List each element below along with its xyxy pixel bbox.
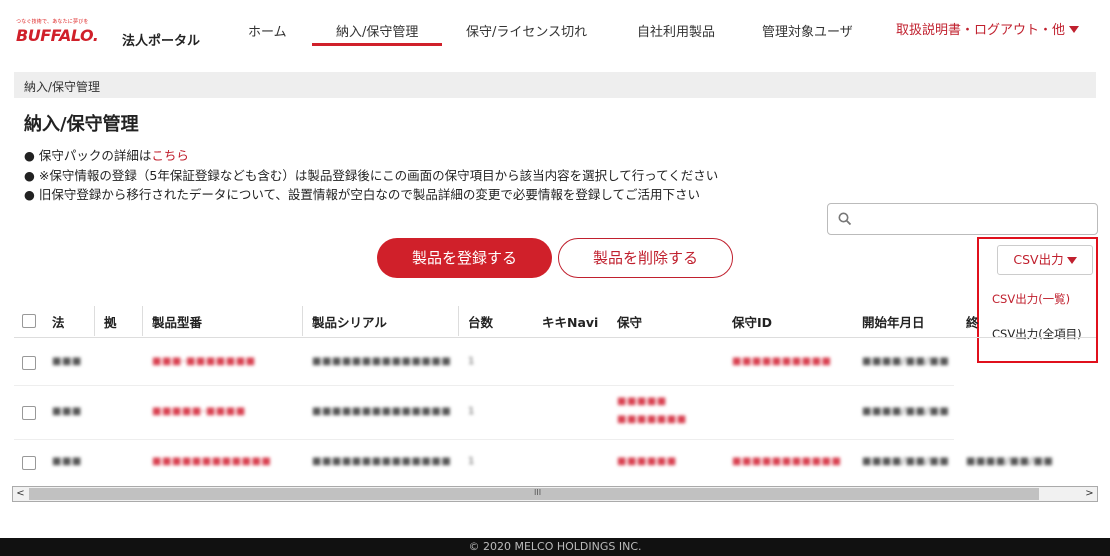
- csv-export-button[interactable]: CSV出力: [997, 245, 1093, 275]
- horizontal-scrollbar[interactable]: < III >: [12, 486, 1098, 502]
- logo-tagline: つなぐ技術で、あなたに夢びを: [16, 19, 89, 25]
- row-checkbox[interactable]: [22, 456, 36, 470]
- footer-copyright: © 2020 MELCO HOLDINGS INC.: [0, 538, 1110, 556]
- caret-down-icon: [1069, 26, 1080, 33]
- nav-delivery-maintenance[interactable]: 納入/保守管理: [311, 21, 443, 46]
- caret-down-icon: [1066, 257, 1077, 264]
- quantity-cell: 1: [468, 456, 475, 467]
- nav-home[interactable]: ホーム: [248, 21, 287, 40]
- search-icon: [838, 212, 852, 226]
- row-checkbox[interactable]: [22, 356, 36, 370]
- start-date-cell: ■■■■/■■/■■: [862, 456, 950, 467]
- serial-cell: ■■■■■■■■■■■■■■: [312, 356, 452, 367]
- note-text: ※保守情報の登録（5年保証登録なども含む）は製品登録後にこの画面の保守項目から該…: [38, 167, 719, 183]
- user-menu-label: 取扱説明書・ログアウト・他: [896, 23, 1066, 38]
- portal-name: 法人ポータル: [122, 34, 201, 49]
- breadcrumb: 納入/保守管理: [14, 72, 1096, 98]
- column-header[interactable]: 拠: [104, 312, 117, 331]
- select-all-checkbox[interactable]: [22, 314, 36, 328]
- column-header[interactable]: 製品型番: [152, 312, 202, 331]
- csv-export-label: CSV出力: [1013, 252, 1064, 267]
- quantity-cell: 1: [468, 356, 475, 367]
- user-menu[interactable]: 取扱説明書・ログアウト・他: [896, 19, 1080, 38]
- maintenance-cell[interactable]: ■■■■■■: [617, 456, 677, 467]
- column-header[interactable]: 保守: [617, 312, 642, 331]
- search-input[interactable]: [858, 208, 1088, 230]
- table-cell: ■■■: [52, 406, 82, 417]
- nav-maintenance-license-expired[interactable]: 保守/ライセンス切れ: [466, 21, 587, 40]
- column-header[interactable]: 終: [966, 312, 979, 331]
- notes-list: ● 保守パックの詳細はこちら ● ※保守情報の登録（5年保証登録なども含む）は製…: [24, 146, 718, 205]
- column-divider[interactable]: [142, 306, 143, 336]
- quantity-cell: 1: [468, 406, 475, 417]
- column-header[interactable]: 台数: [468, 312, 493, 331]
- delete-product-button[interactable]: 製品を削除する: [558, 238, 733, 278]
- scroll-left-icon[interactable]: <: [13, 487, 28, 501]
- column-divider[interactable]: [302, 306, 303, 336]
- column-header[interactable]: 法: [52, 312, 65, 331]
- note-item: ● 保守パックの詳細はこちら: [24, 148, 189, 163]
- table-row[interactable]: ■■■ ■■■■■-■■■■ ■■■■■■■■■■■■■■ 1 ■■■■■ ■■…: [14, 386, 954, 440]
- column-divider[interactable]: [94, 306, 95, 336]
- scrollbar-thumb[interactable]: III: [29, 488, 1039, 500]
- maintenance-cell[interactable]: ■■■■■: [617, 396, 667, 407]
- end-date-cell: ■■■■/■■/■■: [966, 456, 1054, 467]
- column-header[interactable]: 保守ID: [732, 312, 772, 331]
- column-header[interactable]: 製品シリアル: [312, 312, 387, 331]
- row-checkbox[interactable]: [22, 406, 36, 420]
- note-item: ● 旧保守登録から移行されたデータについて、設置情報が空白なので製品詳細の変更で…: [24, 187, 701, 202]
- column-header[interactable]: 開始年月日: [862, 312, 925, 331]
- csv-dropdown: CSV出力 CSV出力(一覧) CSV出力(全項目): [977, 237, 1098, 363]
- model-cell[interactable]: ■■■■■■■■■■■■: [152, 456, 271, 467]
- model-cell[interactable]: ■■■■■-■■■■: [152, 406, 246, 417]
- table-row[interactable]: ■■■ ■■■■■■■■■■■■ ■■■■■■■■■■■■■■ 1 ■■■■■■…: [14, 440, 1053, 488]
- details-link[interactable]: こちら: [151, 148, 189, 163]
- column-header[interactable]: キキNavi: [542, 312, 598, 331]
- note-item: ● ※保守情報の登録（5年保証登録なども含む）は製品登録後にこの画面の保守項目か…: [24, 167, 719, 183]
- note-text: 旧保守登録から移行されたデータについて、設置情報が空白なので製品詳細の変更で必要…: [38, 187, 701, 202]
- column-divider[interactable]: [458, 306, 459, 336]
- table-cell: ■■■: [52, 356, 82, 367]
- start-date-cell: ■■■■/■■/■■: [862, 356, 950, 367]
- register-product-button[interactable]: 製品を登録する: [377, 238, 552, 278]
- maintenance-id-cell[interactable]: ■■■■■■■■■■■: [732, 456, 841, 467]
- nav-managed-users[interactable]: 管理対象ユーザ: [762, 21, 853, 40]
- nav-in-house-products[interactable]: 自社利用製品: [637, 21, 715, 40]
- start-date-cell: ■■■■/■■/■■: [862, 406, 950, 417]
- buffalo-logo[interactable]: つなぐ技術で、あなたに夢びを BUFFALO.: [16, 18, 99, 45]
- top-header: つなぐ技術で、あなたに夢びを BUFFALO. 法人ポータル ホーム 納入/保守…: [0, 0, 1110, 62]
- page-title: 納入/保守管理: [24, 114, 139, 135]
- maintenance-id-cell[interactable]: ■■■■■■■■■■: [732, 356, 831, 367]
- maintenance-cell[interactable]: ■■■■■■■: [617, 414, 687, 425]
- serial-cell: ■■■■■■■■■■■■■■: [312, 456, 452, 467]
- serial-cell: ■■■■■■■■■■■■■■: [312, 406, 452, 417]
- table-row[interactable]: ■■■ ■■■-■■■■■■■ ■■■■■■■■■■■■■■ 1 ■■■■■■■…: [14, 338, 954, 386]
- logo-text: BUFFALO.: [16, 26, 99, 45]
- table-header: 法 拠 製品型番 製品シリアル 台数 キキNavi 保守 保守ID 開始年月日 …: [14, 302, 1096, 338]
- table-cell: ■■■: [52, 456, 82, 467]
- scroll-right-icon[interactable]: >: [1082, 487, 1097, 501]
- grip-icon: III: [534, 488, 542, 497]
- note-text: 保守パックの詳細は: [38, 148, 152, 163]
- model-cell[interactable]: ■■■-■■■■■■■: [152, 356, 256, 367]
- search-box[interactable]: [827, 203, 1098, 235]
